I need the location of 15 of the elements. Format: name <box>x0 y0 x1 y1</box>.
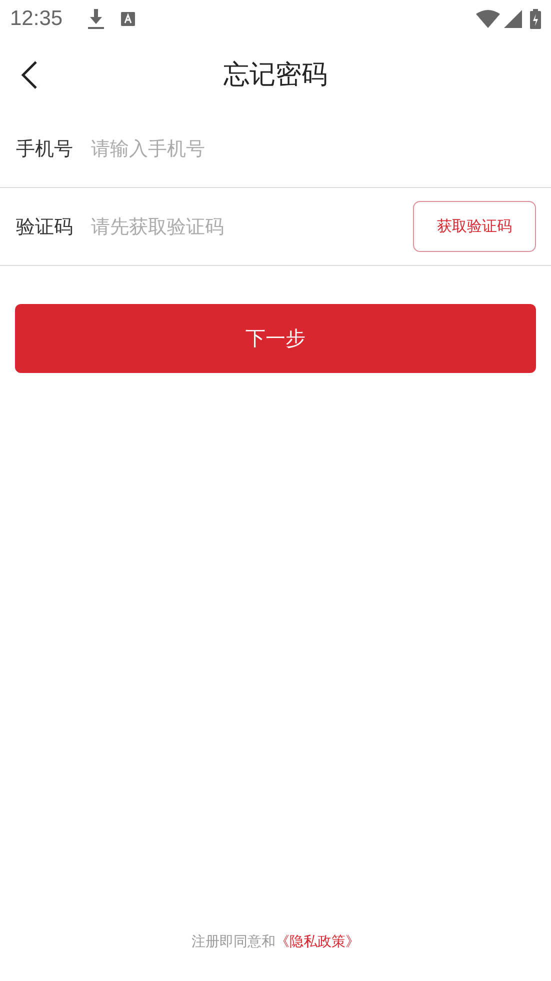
keyboard-icon <box>120 12 135 26</box>
battery-icon <box>530 9 541 29</box>
field-label: 手机号 <box>16 136 74 162</box>
page-title: 忘记密码 <box>224 58 328 92</box>
download-icon <box>86 8 105 30</box>
signal-icon <box>504 10 522 28</box>
input-field[interactable]: 请输入手机号 <box>91 134 536 164</box>
wifi-icon <box>476 10 500 28</box>
get-code-button[interactable]: 获取验证码 <box>413 201 536 252</box>
status-time: 12:35 <box>10 7 63 31</box>
privacy-policy-link[interactable]: 《隐私政策》 <box>276 934 360 950</box>
input-field[interactable]: 请先获取验证码 <box>91 212 413 242</box>
field-label: 验证码 <box>16 214 74 240</box>
next-button[interactable]: 下一步 <box>15 304 536 373</box>
agreement-text: 注册即同意和《隐私政策》 <box>192 933 360 951</box>
